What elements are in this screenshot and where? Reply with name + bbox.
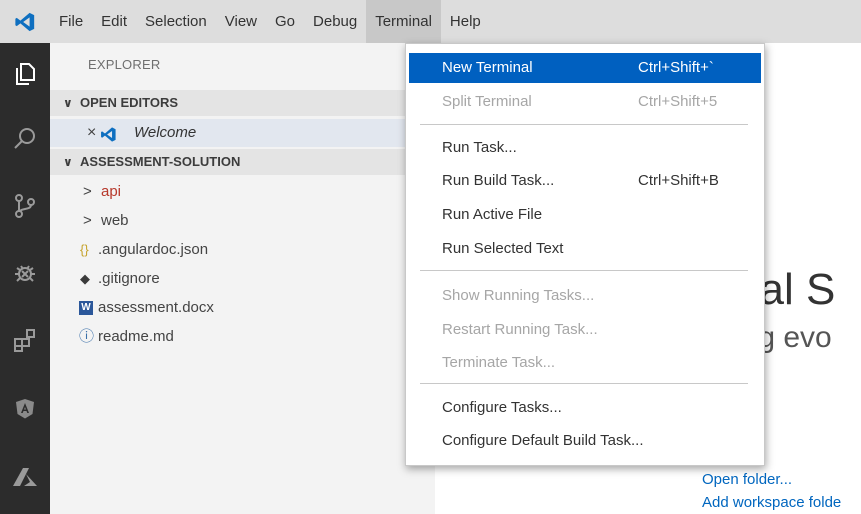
file-label: .angulardoc.json xyxy=(98,241,209,258)
menu-terminal[interactable]: Terminal xyxy=(366,0,441,43)
vscode-window: File Edit Selection View Go Debug Termin… xyxy=(0,0,861,514)
menu-bar: File Edit Selection View Go Debug Termin… xyxy=(0,0,861,43)
project-label: ASSESSMENT-SOLUTION xyxy=(80,154,241,169)
folder-label: api xyxy=(101,183,122,200)
angular-icon[interactable] xyxy=(0,387,50,431)
chevron-down-icon: ∨ xyxy=(63,96,73,110)
menu-item-run-build-task[interactable]: Run Build Task... Ctrl+Shift+B xyxy=(409,166,761,196)
menu-go[interactable]: Go xyxy=(266,0,304,43)
menu-item-label: Run Active File xyxy=(442,206,543,223)
menu-item-new-terminal[interactable]: New Terminal Ctrl+Shift+` xyxy=(409,53,761,83)
menu-item-label: New Terminal xyxy=(442,59,533,76)
word-file-icon: W xyxy=(79,301,93,315)
info-icon: ⓘ xyxy=(79,328,95,345)
menu-item-shortcut: Ctrl+Shift+5 xyxy=(638,93,718,110)
menu-item-split-terminal[interactable]: Split Terminal Ctrl+Shift+5 xyxy=(409,87,761,117)
menu-item-configure-tasks[interactable]: Configure Tasks... xyxy=(409,393,761,423)
close-icon[interactable]: × xyxy=(87,119,96,147)
open-editor-label: Welcome xyxy=(134,124,197,141)
menu-item-label: Run Build Task... xyxy=(442,172,555,189)
menu-view[interactable]: View xyxy=(216,0,266,43)
menu-item-label: Configure Tasks... xyxy=(442,399,562,416)
vscode-logo-icon xyxy=(0,0,50,43)
file-label: readme.md xyxy=(98,328,174,345)
menu-item-label: Restart Running Task... xyxy=(442,321,598,338)
tree-file-angulardoc[interactable]: {} .angulardoc.json xyxy=(50,236,435,264)
open-editors-label: OPEN EDITORS xyxy=(80,95,179,110)
search-icon[interactable] xyxy=(0,117,50,161)
terminal-menu-dropdown: New Terminal Ctrl+Shift+` Split Terminal… xyxy=(405,43,765,466)
explorer-sidebar: EXPLORER ∨ OPEN EDITORS × Welcome ∨ ASSE… xyxy=(50,43,435,514)
tree-file-gitignore[interactable]: ◆ .gitignore xyxy=(50,265,435,293)
menu-item-label: Run Task... xyxy=(442,139,517,156)
tree-file-assessment[interactable]: W assessment.docx xyxy=(50,294,435,322)
menu-item-run-selected-text[interactable]: Run Selected Text xyxy=(409,234,761,264)
azure-icon[interactable] xyxy=(0,455,50,499)
sidebar-title: EXPLORER xyxy=(88,57,161,72)
menu-item-shortcut: Ctrl+Shift+B xyxy=(638,172,719,189)
menu-item-terminate-task[interactable]: Terminate Task... xyxy=(409,348,761,378)
open-editor-welcome[interactable]: × Welcome xyxy=(50,119,435,147)
menu-item-label: Show Running Tasks... xyxy=(442,287,595,304)
menu-edit[interactable]: Edit xyxy=(92,0,136,43)
file-label: assessment.docx xyxy=(98,299,214,316)
menu-item-run-active-file[interactable]: Run Active File xyxy=(409,200,761,230)
project-header[interactable]: ∨ ASSESSMENT-SOLUTION xyxy=(50,149,435,175)
menu-file[interactable]: File xyxy=(50,0,92,43)
menu-item-run-task[interactable]: Run Task... xyxy=(409,133,761,163)
chevron-right-icon: > xyxy=(83,183,92,200)
menu-item-label: Configure Default Build Task... xyxy=(442,432,644,449)
menu-separator xyxy=(420,270,748,271)
menu-item-label: Terminate Task... xyxy=(442,354,556,371)
open-editors-header[interactable]: ∨ OPEN EDITORS xyxy=(50,90,435,116)
menu-debug[interactable]: Debug xyxy=(304,0,366,43)
menu-help[interactable]: Help xyxy=(441,0,490,43)
chevron-down-icon: ∨ xyxy=(63,155,73,169)
file-label: .gitignore xyxy=(98,270,160,287)
menu-item-label: Split Terminal xyxy=(442,93,532,110)
git-file-icon: ◆ xyxy=(80,271,90,286)
source-control-icon[interactable] xyxy=(0,184,50,228)
explorer-icon[interactable] xyxy=(0,51,50,95)
chevron-right-icon: > xyxy=(83,212,92,229)
menu-selection[interactable]: Selection xyxy=(136,0,216,43)
folder-label: web xyxy=(101,212,129,229)
tree-folder-web[interactable]: > web xyxy=(50,207,435,235)
menu-item-show-running-tasks[interactable]: Show Running Tasks... xyxy=(409,281,761,311)
json-file-icon: {} xyxy=(80,242,89,257)
activity-bar xyxy=(0,43,50,514)
add-workspace-folder-link[interactable]: Add workspace folde xyxy=(702,494,841,511)
debug-icon[interactable] xyxy=(0,251,50,295)
menu-separator xyxy=(420,124,748,125)
tree-folder-api[interactable]: > api xyxy=(50,178,435,206)
menu-item-configure-default-build-task[interactable]: Configure Default Build Task... xyxy=(409,426,761,456)
menu-item-label: Run Selected Text xyxy=(442,240,564,257)
extensions-icon[interactable] xyxy=(0,318,50,362)
open-folder-link[interactable]: Open folder... xyxy=(702,471,792,488)
menu-separator xyxy=(420,383,748,384)
menu-item-shortcut: Ctrl+Shift+` xyxy=(638,59,714,76)
menu-item-restart-running-task[interactable]: Restart Running Task... xyxy=(409,315,761,345)
tree-file-readme[interactable]: ⓘ readme.md xyxy=(50,323,435,351)
